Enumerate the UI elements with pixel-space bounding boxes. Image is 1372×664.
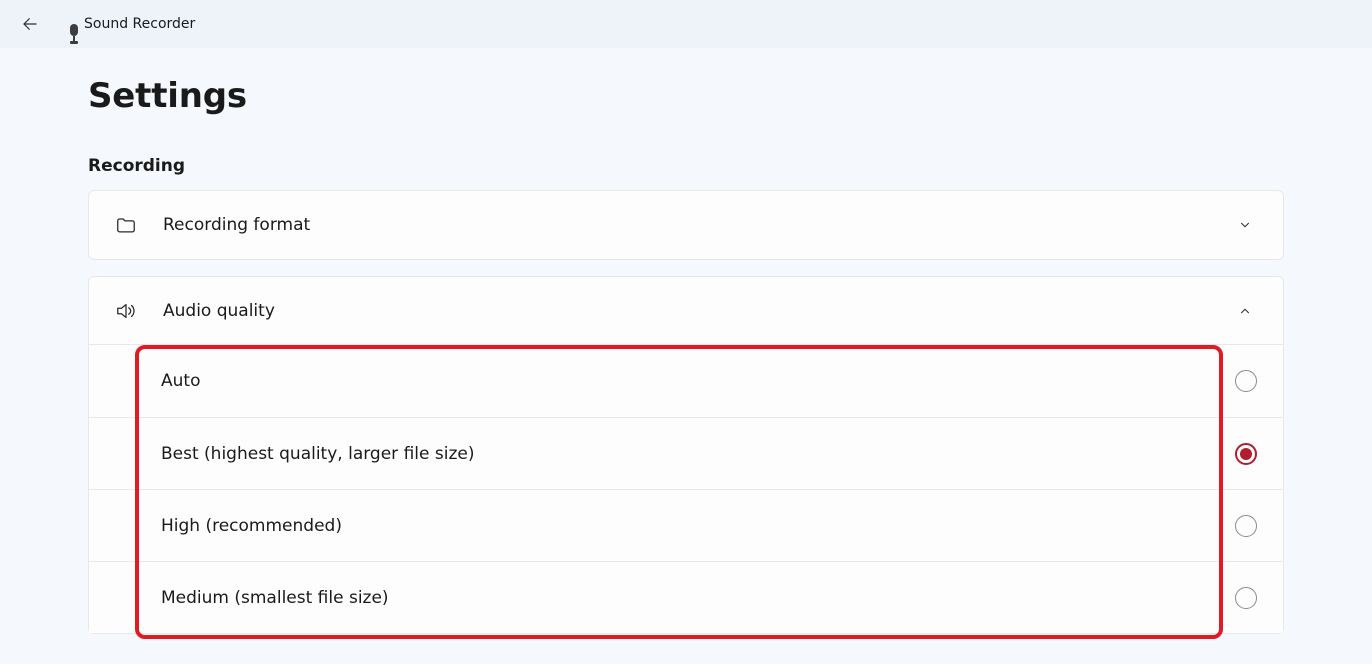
chevron-up-icon xyxy=(1233,304,1257,318)
back-button[interactable] xyxy=(12,6,48,42)
folder-icon xyxy=(115,214,149,236)
card-recording-format: Recording format xyxy=(88,190,1284,260)
card-audio-quality: Audio quality Auto Best (highest quality… xyxy=(88,276,1284,634)
arrow-left-icon xyxy=(21,15,39,33)
app-identity: Sound Recorder xyxy=(66,16,195,32)
radio-best[interactable] xyxy=(1235,443,1257,465)
chevron-down-icon xyxy=(1233,218,1257,232)
radio-auto[interactable] xyxy=(1235,370,1257,392)
radio-medium[interactable] xyxy=(1235,587,1257,609)
option-label: High (recommended) xyxy=(161,516,1235,536)
audio-quality-options: Auto Best (highest quality, larger file … xyxy=(89,345,1283,633)
content-area: Settings Recording Recording format xyxy=(0,48,1372,634)
option-best[interactable]: Best (highest quality, larger file size) xyxy=(89,417,1283,489)
section-header-recording: Recording xyxy=(88,156,1284,176)
speaker-icon xyxy=(115,300,149,322)
title-bar: Sound Recorder xyxy=(0,0,1372,48)
card-header-audio-quality[interactable]: Audio quality xyxy=(89,277,1283,345)
option-label: Medium (smallest file size) xyxy=(161,588,1235,608)
option-auto[interactable]: Auto xyxy=(89,345,1283,417)
card-label: Audio quality xyxy=(163,301,1233,321)
page-title: Settings xyxy=(88,76,1284,116)
card-label: Recording format xyxy=(163,215,1233,235)
radio-high[interactable] xyxy=(1235,515,1257,537)
app-title: Sound Recorder xyxy=(84,16,195,32)
option-label: Auto xyxy=(161,371,1235,391)
option-high[interactable]: High (recommended) xyxy=(89,489,1283,561)
card-header-recording-format[interactable]: Recording format xyxy=(89,191,1283,259)
option-medium[interactable]: Medium (smallest file size) xyxy=(89,561,1283,633)
option-label: Best (highest quality, larger file size) xyxy=(161,444,1235,464)
